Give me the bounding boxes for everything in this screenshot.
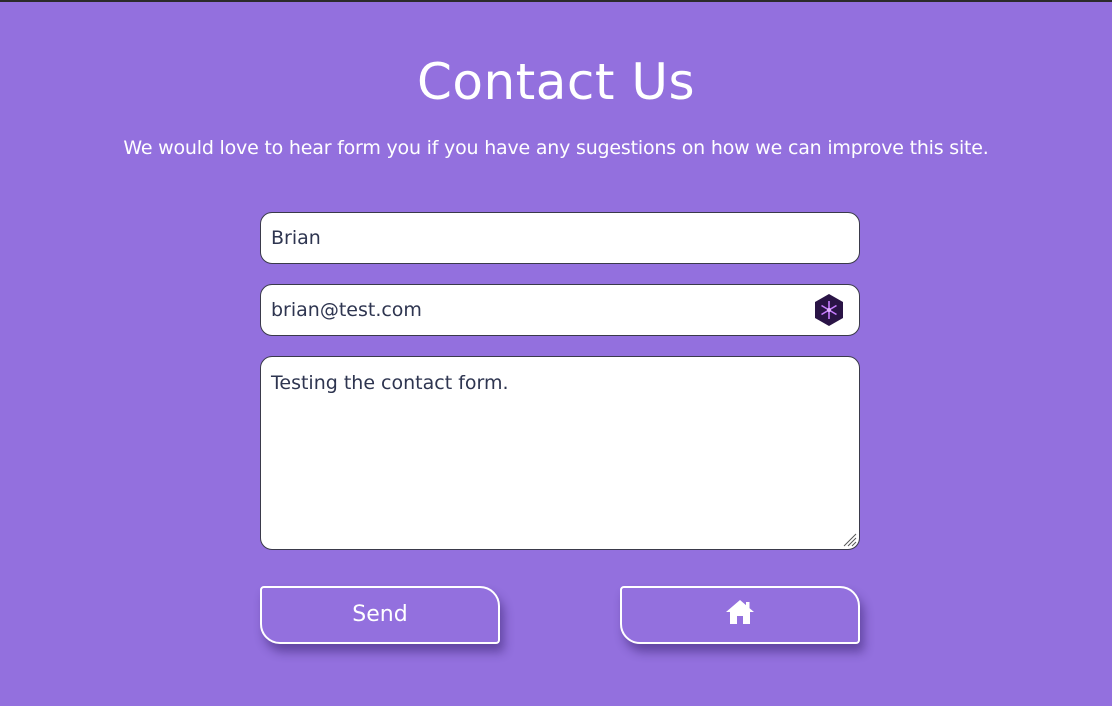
name-field[interactable] <box>260 212 860 264</box>
page-subtitle: We would love to hear form you if you ha… <box>123 137 989 159</box>
email-field[interactable] <box>260 284 860 336</box>
page-title: Contact Us <box>416 53 696 111</box>
email-field-wrapper <box>260 284 860 336</box>
resize-handle-icon[interactable] <box>841 531 857 547</box>
send-button[interactable]: Send <box>260 586 500 644</box>
password-manager-icon[interactable] <box>812 293 846 327</box>
message-field[interactable]: Testing the contact form. <box>260 356 860 550</box>
home-button[interactable] <box>620 586 860 644</box>
home-icon <box>726 600 754 624</box>
contact-page: Contact Us We would love to hear form yo… <box>0 2 1112 706</box>
message-field-wrapper: Testing the contact form. <box>260 356 860 550</box>
